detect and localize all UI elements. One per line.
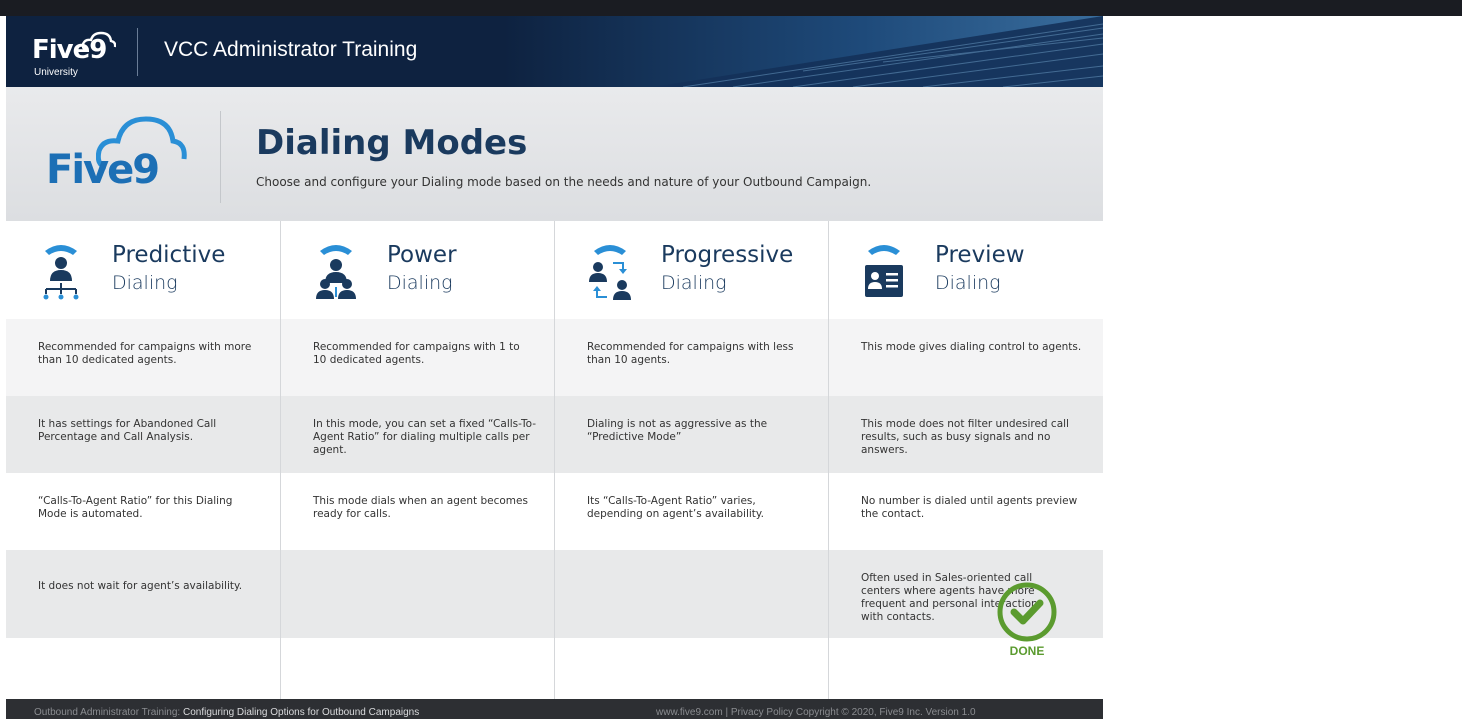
- dialing-modes-table: Predictive Dialing Recommended for campa…: [6, 221, 1103, 699]
- footer-course-name: Configuring Dialing Options for Outbound…: [182, 707, 420, 718]
- column-header: Predictive Dialing: [6, 221, 280, 319]
- mode-detail-cell: Recommended for campaigns with 1 to 10 d…: [281, 319, 554, 396]
- mode-detail-cell: This mode gives dialing control to agent…: [829, 319, 1103, 396]
- title-divider: [220, 111, 221, 203]
- mode-detail-cell: It has settings for Abandoned Call Perce…: [6, 396, 280, 473]
- five9-logo: Five9: [46, 113, 196, 193]
- column-header: Progressive Dialing: [555, 221, 828, 319]
- mode-detail-cell: Recommended for campaigns with less than…: [555, 319, 828, 396]
- power-dialing-icon: [316, 245, 356, 299]
- intro-banner: Five9 Dialing Modes Choose and configure…: [6, 87, 1103, 221]
- footer-links[interactable]: www.five9.com | Privacy Policy Copyright…: [656, 707, 976, 718]
- course-frame: Five9 University VCC Administrator Train…: [6, 16, 1103, 719]
- mode-detail-cell: Recommended for campaigns with more than…: [6, 319, 280, 396]
- logo-wordmark: Five9: [46, 147, 160, 193]
- preview-dialing-icon: [865, 245, 903, 297]
- mode-detail-cell: [555, 550, 828, 638]
- mode-detail-cell: This mode dials when an agent becomes re…: [281, 473, 554, 550]
- done-button[interactable]: DONE: [994, 582, 1060, 660]
- mode-subtitle: Dialing: [935, 272, 1001, 294]
- logo-university-label: University: [34, 67, 78, 78]
- mode-name: Power: [387, 242, 457, 268]
- page-subtitle: Choose and configure your Dialing mode b…: [256, 175, 872, 189]
- footer-course-prefix: Outbound Administrator Training:: [34, 707, 181, 718]
- predictive-dialing-icon: [43, 245, 79, 300]
- column-preview: Preview Dialing This mode gives dialing …: [829, 221, 1103, 699]
- column-power: Power Dialing Recommended for campaigns …: [281, 221, 555, 699]
- mode-detail-cell: This mode does not filter undesired call…: [829, 396, 1103, 473]
- mode-detail-cell: In this mode, you can set a fixed “Calls…: [281, 396, 554, 473]
- logo-wordmark: Five9: [32, 35, 107, 65]
- page-title: Dialing Modes: [256, 123, 528, 163]
- five9-university-logo: Five9 University: [32, 29, 116, 84]
- mode-detail-cell: Its “Calls-To-Agent Ratio” varies, depen…: [555, 473, 828, 550]
- course-title: VCC Administrator Training: [164, 38, 418, 61]
- mode-subtitle: Dialing: [661, 272, 727, 294]
- mode-detail-cell: No number is dialed until agents preview…: [829, 473, 1103, 550]
- header-divider: [137, 28, 138, 76]
- column-header: Preview Dialing: [829, 221, 1103, 319]
- mode-detail-cell: [829, 638, 1103, 699]
- mode-detail-cell: [281, 550, 554, 638]
- mode-detail-cell: [6, 638, 280, 699]
- course-footer: Outbound Administrator Training: Configu…: [6, 699, 1103, 719]
- column-progressive: Progressive Dialing Recommended for camp…: [555, 221, 829, 699]
- building-graphic: [503, 16, 1103, 87]
- progressive-dialing-icon: [589, 245, 631, 300]
- mode-detail-cell: Dialing is not as aggressive as the “Pre…: [555, 396, 828, 473]
- mode-detail-cell: [555, 638, 828, 699]
- mode-subtitle: Dialing: [387, 272, 453, 294]
- mode-detail-cell: Often used in Sales-oriented call center…: [829, 550, 1103, 638]
- done-label: DONE: [1009, 644, 1045, 658]
- mode-detail-cell: [281, 638, 554, 699]
- column-header: Power Dialing: [281, 221, 554, 319]
- mode-detail-cell: “Calls-To-Agent Ratio” for this Dialing …: [6, 473, 280, 550]
- footer-course-info: Outbound Administrator Training: Configu…: [34, 707, 419, 718]
- mode-name: Predictive: [112, 242, 226, 268]
- checkmark-circle-icon: [997, 582, 1057, 642]
- course-header: Five9 University VCC Administrator Train…: [6, 16, 1103, 87]
- mode-subtitle: Dialing: [112, 272, 178, 294]
- browser-top-bar: [0, 0, 1462, 16]
- mode-name: Progressive: [661, 242, 794, 268]
- column-predictive: Predictive Dialing Recommended for campa…: [6, 221, 281, 699]
- mode-name: Preview: [935, 242, 1025, 268]
- mode-detail-cell: It does not wait for agent’s availabilit…: [6, 550, 280, 638]
